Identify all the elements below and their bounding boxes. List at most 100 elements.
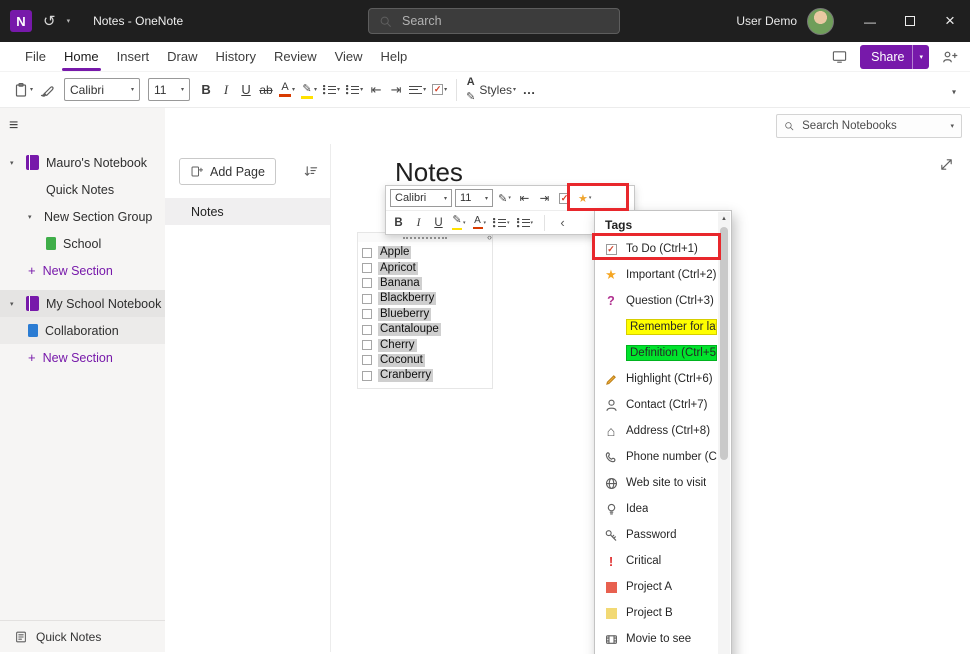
todo-checkbox[interactable] <box>362 309 372 319</box>
mini-underline-button[interactable]: U <box>430 213 447 233</box>
todo-checkbox[interactable] <box>362 294 372 304</box>
mini-tag-menu-button[interactable] <box>576 188 593 208</box>
user-name[interactable]: User Demo <box>736 14 797 28</box>
chevron-down-icon[interactable] <box>10 300 19 308</box>
menu-help[interactable]: Help <box>372 42 417 71</box>
font-color-chevron-icon[interactable] <box>292 86 295 93</box>
share-button[interactable]: Share <box>860 45 929 69</box>
quick-access-chevron-icon[interactable] <box>67 17 71 25</box>
tag-item-contact[interactable]: Contact (Ctrl+7) <box>595 392 731 418</box>
mini-bold-button[interactable]: B <box>390 213 407 233</box>
tag-item-project-b[interactable]: Project B <box>595 600 731 626</box>
notebook-search[interactable] <box>776 114 962 138</box>
mini-font-color-button[interactable]: A <box>471 213 489 233</box>
tag-item-question[interactable]: Question (Ctrl+3) <box>595 288 731 314</box>
bullets-button[interactable] <box>320 77 343 103</box>
expand-icon[interactable] <box>939 157 954 172</box>
sidebar-item-mauros-notebook[interactable]: Mauro's Notebook <box>0 149 165 176</box>
menu-view[interactable]: View <box>326 42 372 71</box>
mini-highlight-button[interactable] <box>450 213 468 233</box>
list-item-text[interactable]: Blueberry <box>378 308 431 321</box>
ribbon-collapse-icon[interactable] <box>952 87 956 96</box>
tag-item-idea[interactable]: Idea <box>595 496 731 522</box>
sidebar-item-collaboration[interactable]: Collaboration <box>0 317 165 344</box>
numbering-button[interactable] <box>343 77 366 103</box>
titlebar-search[interactable] <box>368 8 620 34</box>
tag-item-definition[interactable]: Definition (Ctrl+5) <box>595 340 731 366</box>
list-item-text[interactable]: Banana <box>378 277 422 290</box>
mini-todo-tag-button[interactable] <box>556 188 573 208</box>
mini-bullets-button[interactable] <box>491 213 512 233</box>
hamburger-icon[interactable] <box>9 117 18 135</box>
sidebar-item-quick-notes[interactable]: Quick Notes <box>0 176 165 203</box>
todo-checkbox[interactable] <box>362 263 372 273</box>
font-name-select[interactable]: Calibri <box>64 78 140 101</box>
menu-file[interactable]: File <box>16 42 55 71</box>
todo-checkbox[interactable] <box>362 278 372 288</box>
increase-indent-button[interactable]: ⇥ <box>386 77 406 103</box>
maximize-button[interactable] <box>890 0 930 42</box>
todo-checkbox[interactable] <box>362 248 372 258</box>
todo-checkbox[interactable] <box>362 340 372 350</box>
search-scope-chevron-icon[interactable] <box>950 122 954 130</box>
scrollbar-thumb[interactable] <box>720 227 728 460</box>
avatar[interactable] <box>807 8 834 35</box>
list-item-text[interactable]: Apricot <box>378 262 418 275</box>
list-item-text[interactable]: Cherry <box>378 339 417 352</box>
list-item-text[interactable]: Blackberry <box>378 292 436 305</box>
mini-numbering-button[interactable] <box>515 213 536 233</box>
menu-draw[interactable]: Draw <box>158 42 206 71</box>
page-title[interactable]: Notes <box>395 157 463 188</box>
tag-item-todo[interactable]: To Do (Ctrl+1) <box>595 236 731 262</box>
styles-chevron-icon[interactable] <box>513 86 516 93</box>
todo-checkbox[interactable] <box>362 325 372 335</box>
tag-item-important[interactable]: Important (Ctrl+2) <box>595 262 731 288</box>
tag-item-remember[interactable]: Remember for later <box>595 314 731 340</box>
page-canvas[interactable]: Notes ‹› Apple Apricot Banana Blackberry <box>331 144 970 652</box>
scroll-up-icon[interactable]: ▲ <box>718 212 730 222</box>
list-item-text[interactable]: Apple <box>378 246 411 259</box>
todo-checkbox[interactable] <box>362 371 372 381</box>
mini-format-painter-button[interactable] <box>496 188 513 208</box>
format-painter-button[interactable] <box>36 77 58 103</box>
screen-icon[interactable] <box>831 49 848 64</box>
underline-button[interactable]: U <box>236 77 256 103</box>
mini-decrease-indent-button[interactable]: ⇤ <box>516 188 533 208</box>
add-page-button[interactable]: Add Page <box>179 158 276 185</box>
paste-button[interactable] <box>10 77 36 103</box>
mini-font-size-select[interactable]: 11 <box>455 189 493 207</box>
list-item-text[interactable]: Cantaloupe <box>378 323 441 336</box>
todo-checkbox[interactable] <box>362 355 372 365</box>
tag-item-phone[interactable]: Phone number (Ctrl+9) <box>595 444 731 470</box>
list-item-text[interactable]: Coconut <box>378 354 425 367</box>
menu-history[interactable]: History <box>207 42 265 71</box>
tag-chevron-icon[interactable] <box>589 195 592 201</box>
new-section-button[interactable]: New Section <box>0 344 165 371</box>
close-button[interactable] <box>930 0 970 42</box>
mini-italic-button[interactable]: I <box>410 213 427 233</box>
tag-item-critical[interactable]: Critical <box>595 548 731 574</box>
quick-notes-footer[interactable]: Quick Notes <box>0 620 165 652</box>
mini-increase-indent-button[interactable]: ⇥ <box>536 188 553 208</box>
share-chevron-icon[interactable] <box>912 45 929 69</box>
todo-tag-button[interactable] <box>429 77 450 103</box>
styles-button[interactable]: A Styles <box>463 77 519 103</box>
highlight-button[interactable] <box>298 77 320 103</box>
bold-button[interactable]: B <box>196 77 216 103</box>
italic-button[interactable]: I <box>216 77 236 103</box>
tag-item-password[interactable]: Password <box>595 522 731 548</box>
chevron-down-icon[interactable] <box>10 159 19 167</box>
font-color-button[interactable]: A <box>276 77 298 103</box>
paste-chevron-icon[interactable] <box>30 86 33 93</box>
menu-review[interactable]: Review <box>265 42 326 71</box>
list-item-text[interactable]: Cranberry <box>378 369 433 382</box>
tag-item-movie[interactable]: Movie to see <box>595 626 731 652</box>
strikethrough-button[interactable]: ab <box>256 77 276 103</box>
scrollbar[interactable]: ▲ <box>718 212 730 654</box>
minimize-button[interactable] <box>850 0 890 42</box>
notebook-search-input[interactable] <box>800 119 944 133</box>
tag-item-project-a[interactable]: Project A <box>595 574 731 600</box>
menu-insert[interactable]: Insert <box>108 42 159 71</box>
sort-icon[interactable] <box>303 164 318 179</box>
tag-chevron-icon[interactable] <box>444 86 447 93</box>
